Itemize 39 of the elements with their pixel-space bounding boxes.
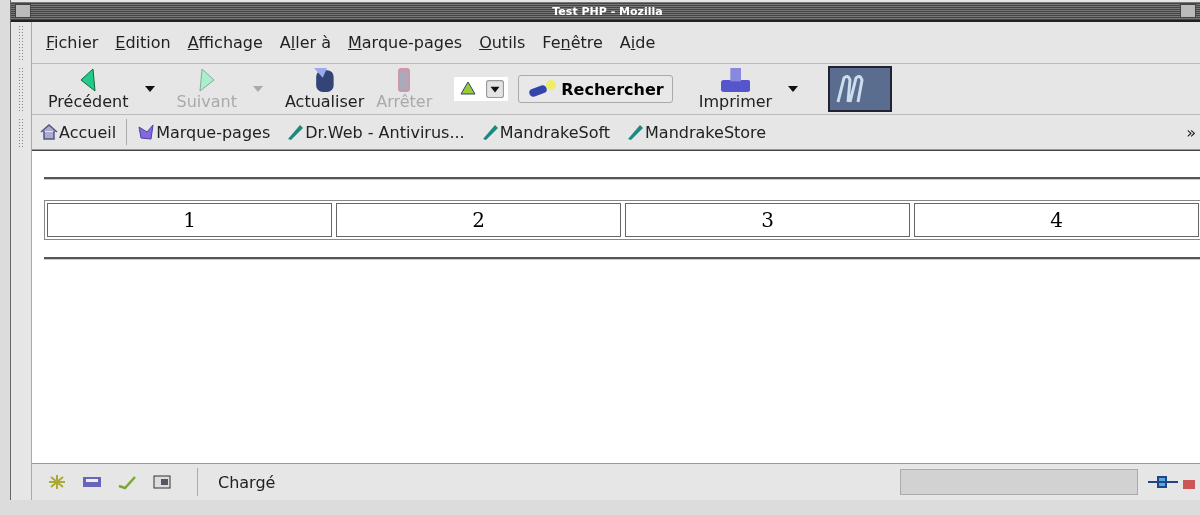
more-bookmarks-button[interactable]: » [1186, 122, 1196, 142]
menu-item[interactable]: Marque-pages [348, 33, 463, 52]
toolbar-button[interactable]: Imprimer [692, 67, 779, 111]
menu-item[interactable]: Fichier [46, 33, 99, 52]
bookmark-item[interactable]: Accueil [40, 122, 117, 142]
menu-item[interactable]: Aide [619, 33, 656, 52]
arrow-icon [80, 67, 97, 92]
bookmark-item[interactable]: MandrakeStore [626, 122, 767, 142]
dropdown-caret-icon[interactable] [486, 80, 505, 98]
bookmark-item[interactable]: Marque-pages [137, 122, 271, 142]
plug-icon[interactable] [1148, 475, 1178, 489]
table-cell: 4 [914, 203, 1199, 237]
table-cell: 2 [336, 203, 621, 237]
logo-icon [828, 66, 893, 112]
table-cell: 3 [625, 203, 910, 237]
printer-icon [720, 67, 751, 92]
dropdown-caret-icon[interactable] [144, 86, 155, 92]
search-button[interactable]: Rechercher [518, 75, 673, 103]
house-icon [40, 123, 58, 141]
flashlight-icon [527, 79, 558, 99]
toolbar-button[interactable]: Précédent [42, 67, 135, 111]
bookmark-item[interactable]: Dr.Web - Antivirus... [286, 122, 465, 142]
status-text: Chargé [218, 472, 277, 492]
menu-item[interactable]: Fenêtre [542, 33, 603, 52]
window-menu-button[interactable] [15, 4, 31, 18]
window-title: Test PHP - Mozilla [551, 4, 664, 18]
menu-item[interactable]: Aller à [279, 33, 331, 52]
menu-item[interactable]: Affichage [187, 33, 263, 52]
maximize-button[interactable] [1180, 4, 1196, 18]
toolbar-button[interactable]: Actualiser [278, 67, 371, 111]
menu-item[interactable]: Outils [479, 33, 526, 52]
table-cell: 1 [47, 203, 332, 237]
menu-item[interactable]: Edition [115, 33, 171, 52]
card-icon[interactable] [152, 474, 172, 490]
arrow-icon [198, 67, 215, 92]
starburst-icon[interactable] [47, 474, 67, 490]
url-field[interactable] [454, 77, 509, 101]
bookmark-item[interactable]: MandrakeSoft [480, 122, 611, 142]
dropdown-caret-icon[interactable] [788, 86, 799, 92]
